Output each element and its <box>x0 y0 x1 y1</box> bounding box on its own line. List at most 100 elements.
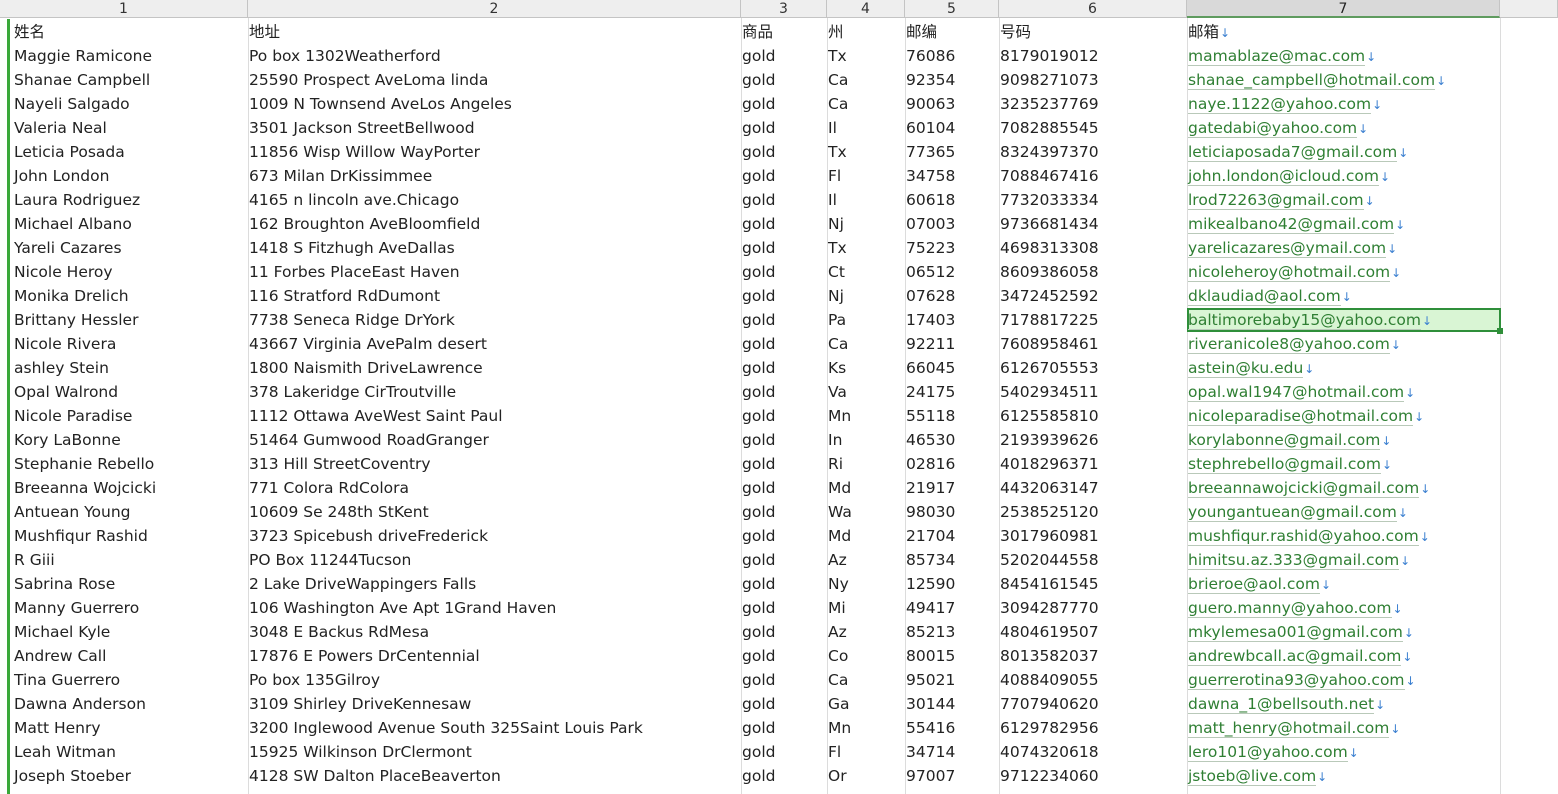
table-cell[interactable]: 24175 <box>906 380 955 404</box>
table-cell[interactable]: 90063 <box>906 92 955 116</box>
table-cell[interactable]: Maggie Ramicone <box>14 44 152 68</box>
table-cell[interactable]: Ca <box>828 668 848 692</box>
table-cell[interactable]: 4804619507 <box>1000 620 1099 644</box>
table-cell[interactable]: 8609386058 <box>1000 260 1099 284</box>
table-cell[interactable]: gold <box>742 308 775 332</box>
table-cell[interactable]: 12590 <box>906 572 955 596</box>
table-cell[interactable]: 60618 <box>906 188 955 212</box>
table-cell[interactable]: Tx <box>828 236 847 260</box>
table-cell[interactable]: gold <box>742 740 775 764</box>
table-cell[interactable]: 3048 E Backus RdMesa <box>249 620 429 644</box>
email-cell[interactable]: naye.1122@yahoo.com↓ <box>1188 92 1382 116</box>
table-cell[interactable]: 378 Lakeridge CirTroutville <box>249 380 456 404</box>
table-cell[interactable]: 4432063147 <box>1000 476 1099 500</box>
table-cell[interactable]: 116 Stratford RdDumont <box>249 284 440 308</box>
table-cell[interactable]: 6126705553 <box>1000 356 1099 380</box>
column-header-6[interactable]: 6 <box>999 0 1187 18</box>
table-cell[interactable]: 7738 Seneca Ridge DrYork <box>249 308 455 332</box>
table-cell[interactable]: 25590 Prospect AveLoma linda <box>249 68 488 92</box>
table-cell[interactable]: Ny <box>828 572 849 596</box>
table-cell[interactable]: Sabrina Rose <box>14 572 115 596</box>
header-cell[interactable]: 邮箱↓ <box>1188 20 1230 44</box>
fill-handle[interactable] <box>1497 328 1503 334</box>
table-cell[interactable]: Brittany Hessler <box>14 308 138 332</box>
table-cell[interactable]: 313 Hill StreetCoventry <box>249 452 431 476</box>
table-cell[interactable]: gold <box>742 188 775 212</box>
table-cell[interactable]: 4074320618 <box>1000 740 1099 764</box>
table-cell[interactable]: gold <box>742 548 775 572</box>
table-cell[interactable]: 02816 <box>906 452 955 476</box>
table-cell[interactable]: Wa <box>828 500 852 524</box>
table-cell[interactable]: 673 Milan DrKissimmee <box>249 164 432 188</box>
email-cell[interactable]: breeannawojcicki@gmail.com↓ <box>1188 476 1430 500</box>
table-cell[interactable]: 85734 <box>906 548 955 572</box>
table-cell[interactable]: 21704 <box>906 524 955 548</box>
header-cell[interactable]: 邮编 <box>906 20 937 44</box>
table-cell[interactable]: gold <box>742 116 775 140</box>
table-cell[interactable]: In <box>828 428 842 452</box>
table-cell[interactable]: 3501 Jackson StreetBellwood <box>249 116 475 140</box>
email-cell[interactable]: himitsu.az.333@gmail.com↓ <box>1188 548 1410 572</box>
table-cell[interactable]: Laura Rodriguez <box>14 188 140 212</box>
email-cell[interactable]: john.london@icloud.com↓ <box>1188 164 1390 188</box>
table-cell[interactable]: Nayeli Salgado <box>14 92 130 116</box>
table-cell[interactable]: Mn <box>828 404 851 428</box>
table-cell[interactable]: 4128 SW Dalton PlaceBeaverton <box>249 764 501 788</box>
table-cell[interactable]: gold <box>742 620 775 644</box>
table-cell[interactable]: 3235237769 <box>1000 92 1099 116</box>
table-cell[interactable]: Monika Drelich <box>14 284 129 308</box>
table-cell[interactable]: Leah Witman <box>14 740 116 764</box>
table-cell[interactable]: 85213 <box>906 620 955 644</box>
table-cell[interactable]: gold <box>742 68 775 92</box>
table-cell[interactable]: 7178817225 <box>1000 308 1099 332</box>
email-cell[interactable]: gatedabi@yahoo.com↓ <box>1188 116 1368 140</box>
table-cell[interactable]: gold <box>742 476 775 500</box>
table-cell[interactable]: gold <box>742 380 775 404</box>
table-cell[interactable]: 4018296371 <box>1000 452 1099 476</box>
table-cell[interactable]: 21917 <box>906 476 955 500</box>
table-cell[interactable]: 7707940620 <box>1000 692 1099 716</box>
table-cell[interactable]: 8013582037 <box>1000 644 1099 668</box>
column-header-4[interactable]: 4 <box>827 0 905 18</box>
table-cell[interactable]: Nj <box>828 284 844 308</box>
email-cell[interactable]: astein@ku.edu↓ <box>1188 356 1314 380</box>
email-cell[interactable]: leticiaposada7@gmail.com↓ <box>1188 140 1408 164</box>
table-cell[interactable]: 43667 Virginia AvePalm desert <box>249 332 487 356</box>
table-cell[interactable]: gold <box>742 164 775 188</box>
table-cell[interactable]: 3109 Shirley DriveKennesaw <box>249 692 471 716</box>
table-cell[interactable]: 51464 Gumwood RoadGranger <box>249 428 489 452</box>
table-cell[interactable]: 46530 <box>906 428 955 452</box>
table-cell[interactable]: 9736681434 <box>1000 212 1099 236</box>
table-cell[interactable]: John London <box>14 164 109 188</box>
table-cell[interactable]: Md <box>828 476 851 500</box>
table-cell[interactable]: 80015 <box>906 644 955 668</box>
email-cell[interactable]: brieroe@aol.com↓ <box>1188 572 1331 596</box>
table-cell[interactable]: Shanae Campbell <box>14 68 150 92</box>
email-cell[interactable]: youngantuean@gmail.com↓ <box>1188 500 1408 524</box>
table-cell[interactable]: R Giii <box>14 548 55 572</box>
table-cell[interactable]: 1009 N Townsend AveLos Angeles <box>249 92 512 116</box>
column-header-2[interactable]: 2 <box>248 0 741 18</box>
table-cell[interactable]: Kory LaBonne <box>14 428 121 452</box>
table-cell[interactable]: gold <box>742 668 775 692</box>
email-cell[interactable]: lrod72263@gmail.com↓ <box>1188 188 1375 212</box>
email-cell[interactable]: guerrerotina93@yahoo.com↓ <box>1188 668 1416 692</box>
table-cell[interactable]: Or <box>828 764 847 788</box>
table-cell[interactable]: gold <box>742 356 775 380</box>
header-cell[interactable]: 地址 <box>249 20 280 44</box>
header-cell[interactable]: 号码 <box>1000 20 1031 44</box>
table-cell[interactable]: Ga <box>828 692 850 716</box>
table-cell[interactable]: 1800 Naismith DriveLawrence <box>249 356 483 380</box>
table-cell[interactable]: 8179019012 <box>1000 44 1099 68</box>
table-cell[interactable]: 5202044558 <box>1000 548 1099 572</box>
table-cell[interactable]: 66045 <box>906 356 955 380</box>
table-cell[interactable]: Valeria Neal <box>14 116 107 140</box>
table-cell[interactable]: Nj <box>828 212 844 236</box>
header-cell[interactable]: 姓名 <box>14 20 45 44</box>
table-cell[interactable]: Fl <box>828 164 841 188</box>
table-cell[interactable]: 3094287770 <box>1000 596 1099 620</box>
table-cell[interactable]: gold <box>742 428 775 452</box>
table-cell[interactable]: gold <box>742 260 775 284</box>
email-cell[interactable]: shanae_campbell@hotmail.com↓ <box>1188 68 1446 92</box>
column-header-1[interactable]: 1 <box>0 0 248 18</box>
